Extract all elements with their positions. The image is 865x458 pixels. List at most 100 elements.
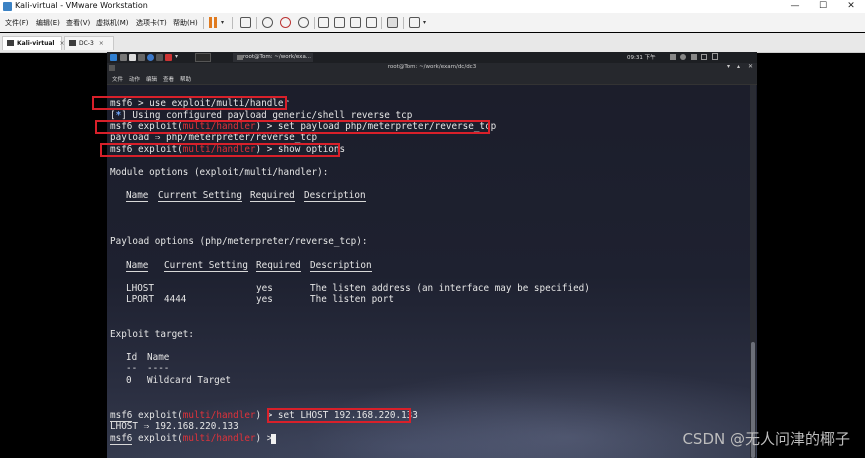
- highlight-box-set-payload: [95, 120, 490, 134]
- minimize-icon[interactable]: ▾: [727, 63, 730, 70]
- target-dash-name: ----: [147, 363, 170, 374]
- console-view-icon[interactable]: [387, 17, 398, 28]
- stretch-guest-icon[interactable]: [409, 17, 420, 28]
- highlight-box-use-command: [92, 96, 287, 110]
- payload-options-header: Payload options (php/meterpreter/reverse…: [110, 236, 368, 247]
- library-icon[interactable]: [318, 17, 329, 28]
- terminal-line-current-prompt[interactable]: msf6 exploit(multi/handler) >: [110, 433, 278, 445]
- terminal-launcher-icon[interactable]: [138, 54, 145, 61]
- table-row-lport-name: LPORT: [126, 294, 154, 305]
- app-launcher-icon[interactable]: [165, 54, 172, 61]
- pause-icon-bar-left: [209, 17, 212, 28]
- column-header: Current Setting: [158, 190, 242, 202]
- maximize-button[interactable]: ☐: [809, 0, 837, 13]
- chevron-down-icon[interactable]: ▾: [175, 53, 178, 60]
- column-header: Description: [310, 260, 372, 272]
- payload-table-header-required: Required: [256, 260, 301, 272]
- vm-icon: [7, 40, 14, 46]
- menu-tabs[interactable]: 选项卡(T): [136, 18, 167, 28]
- terminal-line-lhost-result: LHOST ⇒ 192.168.220.133: [110, 421, 239, 432]
- target-header-name: Name: [147, 352, 170, 363]
- prompt-msf6: msf6: [110, 433, 133, 445]
- exploit-target-header: Exploit target:: [110, 329, 194, 340]
- module-table-header-required: Required: [250, 190, 295, 202]
- close-icon[interactable]: ✕: [748, 63, 753, 70]
- taskbar-terminal-task[interactable]: root@Tom: ~/work/exa...: [233, 53, 313, 62]
- pause-icon[interactable]: [214, 17, 217, 28]
- window-title: Kali-virtual - VMware Workstation: [15, 1, 148, 10]
- tab-kali-virtual[interactable]: Kali-virtual ×: [2, 36, 65, 50]
- module-table-header-description: Description: [304, 190, 366, 202]
- minimize-button[interactable]: —: [781, 0, 809, 13]
- terminal-title-bar: root@Tom: ~/work/exam/dc/dc3 ▾ ▴ ✕: [107, 63, 757, 73]
- close-window-button[interactable]: ✕: [837, 0, 865, 13]
- tab-dc-3[interactable]: DC-3 ×: [64, 36, 114, 50]
- table-row-lhost-description: The listen address (an interface may be …: [310, 283, 590, 294]
- firefox-icon[interactable]: [147, 54, 154, 61]
- tab-label: DC-3: [79, 40, 94, 47]
- table-row-lport-description: The listen port: [310, 294, 394, 305]
- target-row-id: 0: [126, 375, 132, 386]
- chevron-down-icon[interactable]: ▾: [221, 19, 224, 26]
- terminal-menu-actions[interactable]: 动作: [129, 75, 140, 83]
- tab-close-icon[interactable]: ×: [99, 40, 104, 47]
- show-desktop-icon[interactable]: [120, 54, 127, 61]
- vmware-app-icon: [3, 2, 12, 11]
- menu-view[interactable]: 查看(V): [66, 18, 90, 28]
- toolbar-separator: [314, 17, 315, 29]
- app-launcher-icon[interactable]: [156, 54, 163, 61]
- unity-icon[interactable]: [366, 17, 377, 28]
- menu-edit[interactable]: 编辑(E): [36, 18, 60, 28]
- power-icon[interactable]: [691, 54, 697, 60]
- kali-menu-icon[interactable]: [110, 54, 117, 61]
- menu-help[interactable]: 帮助(H): [173, 18, 198, 28]
- toolbar-separator: [203, 17, 204, 29]
- files-icon[interactable]: [129, 54, 136, 61]
- payload-table-header-name: Name: [126, 260, 149, 272]
- send-keys-icon[interactable]: [240, 17, 251, 28]
- vm-icon: [69, 40, 76, 46]
- chevron-down-icon[interactable]: ▾: [423, 19, 426, 26]
- module-table-header-setting: Current Setting: [158, 190, 242, 202]
- thumbnail-icon[interactable]: [334, 17, 345, 28]
- workspace-switcher[interactable]: [195, 53, 211, 62]
- maximize-icon[interactable]: ▴: [737, 63, 740, 70]
- terminal-title: root@Tom: ~/work/exam/dc/dc3: [387, 64, 477, 70]
- terminal-menu-bar: 文件 动作 编辑 查看 帮助: [107, 73, 757, 85]
- column-header: Name: [126, 190, 149, 202]
- target-header-id: Id: [126, 352, 138, 363]
- revert-snapshot-icon[interactable]: [280, 17, 291, 28]
- highlight-box-show-options: [100, 143, 340, 157]
- terminal-menu-view[interactable]: 查看: [163, 75, 174, 83]
- window-title-bar: Kali-virtual - VMware Workstation — ☐ ✕: [0, 0, 865, 13]
- logout-icon[interactable]: [712, 53, 718, 60]
- menu-bar: 文件(F) 编辑(E) 查看(V) 虚拟机(M) 选项卡(T) 帮助(H) ▾ …: [0, 13, 865, 32]
- toolbar-separator: [256, 17, 257, 29]
- tab-label: Kali-virtual: [17, 40, 55, 47]
- target-row-name: Wildcard Target: [147, 375, 231, 386]
- table-row-lport-required: yes: [256, 294, 273, 305]
- menu-file[interactable]: 文件(F): [5, 18, 29, 28]
- snapshot-manager-icon[interactable]: [298, 17, 309, 28]
- terminal-menu-help[interactable]: 帮助: [180, 75, 191, 83]
- volume-icon[interactable]: [680, 54, 686, 60]
- network-icon[interactable]: [670, 54, 676, 60]
- table-row-lport-setting: 4444: [164, 294, 187, 305]
- terminal-menu-file[interactable]: 文件: [112, 75, 123, 83]
- toolbar-separator: [403, 17, 404, 29]
- column-header: Description: [304, 190, 366, 202]
- toolbar-separator: [232, 17, 233, 29]
- snapshot-icon[interactable]: [262, 17, 273, 28]
- vm-tab-bar: Kali-virtual × DC-3 ×: [0, 33, 865, 53]
- column-header: Name: [126, 260, 149, 272]
- panel-clock[interactable]: 09:31 下午: [627, 53, 656, 61]
- terminal-menu-edit[interactable]: 编辑: [146, 75, 157, 83]
- table-row-lhost-name: LHOST: [126, 283, 154, 294]
- fullscreen-icon[interactable]: [350, 17, 361, 28]
- module-options-header: Module options (exploit/multi/handler):: [110, 167, 329, 178]
- payload-table-header-setting: Current Setting: [164, 260, 248, 272]
- exploit-word: exploit(: [132, 410, 183, 421]
- menu-vm[interactable]: 虚拟机(M): [96, 18, 129, 28]
- terminal-cursor: [271, 434, 276, 444]
- lock-icon[interactable]: [701, 54, 707, 60]
